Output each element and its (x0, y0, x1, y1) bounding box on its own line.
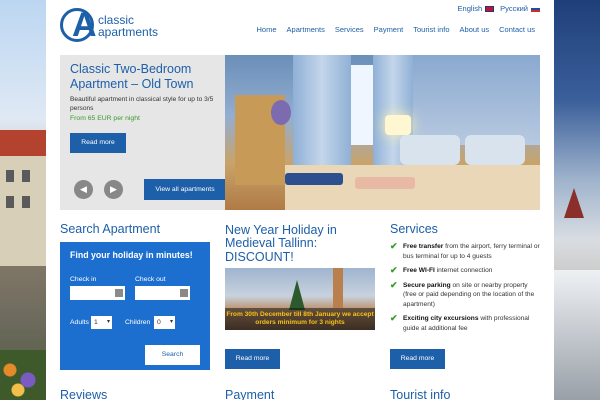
adults-label: Adults (70, 319, 89, 326)
checkmark-icon: ✔ (390, 265, 398, 275)
background-photo-right (554, 0, 600, 400)
christmas-tree (289, 280, 305, 310)
lamp (385, 115, 411, 135)
background-spire (564, 188, 584, 218)
hero-price: From 65 EUR per night (70, 115, 140, 122)
services-section-title: Services (390, 222, 438, 236)
services-read-more-button[interactable]: Read more (390, 349, 445, 369)
nav-about-us[interactable]: About us (455, 25, 495, 34)
promo-title[interactable]: New Year Holiday in Medieval Tallinn: DI… (225, 223, 375, 264)
list-item: ✔ Secure parking on site or nearby prope… (390, 279, 535, 308)
check-in-label: Check in (70, 276, 97, 283)
hero-read-more-button[interactable]: Read more (70, 133, 126, 153)
background-building (0, 156, 46, 266)
nav-services[interactable]: Services (330, 25, 369, 34)
page-container: A classic apartments English Русский Hom… (46, 0, 554, 400)
logo-line2: apartments (98, 25, 159, 39)
check-in-field[interactable] (70, 286, 125, 300)
services-list: ✔ Free transfer from the airport, ferry … (390, 241, 540, 338)
checkmark-icon: ✔ (390, 313, 398, 323)
flower-vase (271, 100, 291, 125)
check-out-label: Check out (135, 276, 166, 283)
promo-image: From 30th December till 8th January we a… (225, 268, 375, 330)
nav-payment[interactable]: Payment (369, 25, 409, 34)
logo-letter-icon: A (72, 6, 97, 44)
search-heading: Find your holiday in minutes! (70, 250, 193, 260)
chevron-down-icon: ▾ (106, 319, 110, 325)
logo-text: classic apartments (98, 14, 158, 38)
children-select[interactable]: 0 ▾ (154, 316, 175, 329)
list-item: ✔ Exciting city excursions with professi… (390, 313, 530, 332)
background-photo-left (0, 0, 46, 400)
chevron-down-icon: ▾ (169, 319, 173, 325)
main-nav: Home Apartments Services Payment Tourist… (252, 25, 541, 34)
background-flowers (0, 350, 46, 400)
nav-home[interactable]: Home (252, 25, 282, 34)
promo-read-more-button[interactable]: Read more (225, 349, 280, 369)
town-tower (333, 268, 343, 308)
list-item: ✔ Free transfer from the airport, ferry … (390, 241, 540, 260)
calendar-icon[interactable] (115, 289, 123, 297)
checkmark-icon: ✔ (390, 241, 398, 251)
site-logo[interactable]: A classic apartments (60, 6, 160, 46)
language-switcher: English Русский (458, 4, 540, 13)
search-form: Find your holiday in minutes! Check in C… (60, 242, 210, 370)
arrow-right-icon[interactable]: ▶ (104, 180, 123, 199)
arrow-left-icon[interactable]: ◀ (74, 180, 93, 199)
hero-apartment-photo (225, 55, 540, 210)
hero-title[interactable]: Classic Two-Bedroom Apartment – Old Town (70, 62, 220, 92)
calendar-icon[interactable] (180, 289, 188, 297)
background-roof (0, 130, 46, 156)
adults-select[interactable]: 1 ▾ (91, 316, 112, 329)
reviews-section-title: Reviews (60, 388, 108, 400)
children-value: 0 (157, 319, 161, 326)
search-button[interactable]: Search (145, 345, 200, 365)
hero-info-panel: Classic Two-Bedroom Apartment – Old Town… (60, 55, 226, 210)
children-label: Children (125, 319, 151, 326)
check-out-field[interactable] (135, 286, 190, 300)
payment-section-title: Payment (225, 388, 275, 400)
hero-description: Beautiful apartment in classical style f… (70, 96, 214, 112)
uk-flag-icon (485, 6, 495, 13)
view-all-apartments-button[interactable]: View all apartments (144, 179, 226, 200)
search-section-title: Search Apartment (60, 222, 161, 236)
checkmark-icon: ✔ (390, 279, 398, 290)
nav-tourist-info[interactable]: Tourist info (408, 25, 454, 34)
lang-russian[interactable]: Русский (500, 4, 540, 13)
tourist-info-section-title: Tourist info (390, 388, 451, 400)
promo-banner-text: From 30th December till 8th January we a… (225, 308, 375, 330)
nav-contact-us[interactable]: Contact us (494, 25, 540, 34)
list-item: ✔ Free WI-FI internet connection (390, 265, 493, 275)
adults-value: 1 (94, 319, 98, 326)
nav-apartments[interactable]: Apartments (282, 25, 330, 34)
russia-flag-icon (531, 6, 540, 13)
lang-english[interactable]: English (458, 4, 495, 13)
background-snowy-roofs (554, 270, 600, 400)
